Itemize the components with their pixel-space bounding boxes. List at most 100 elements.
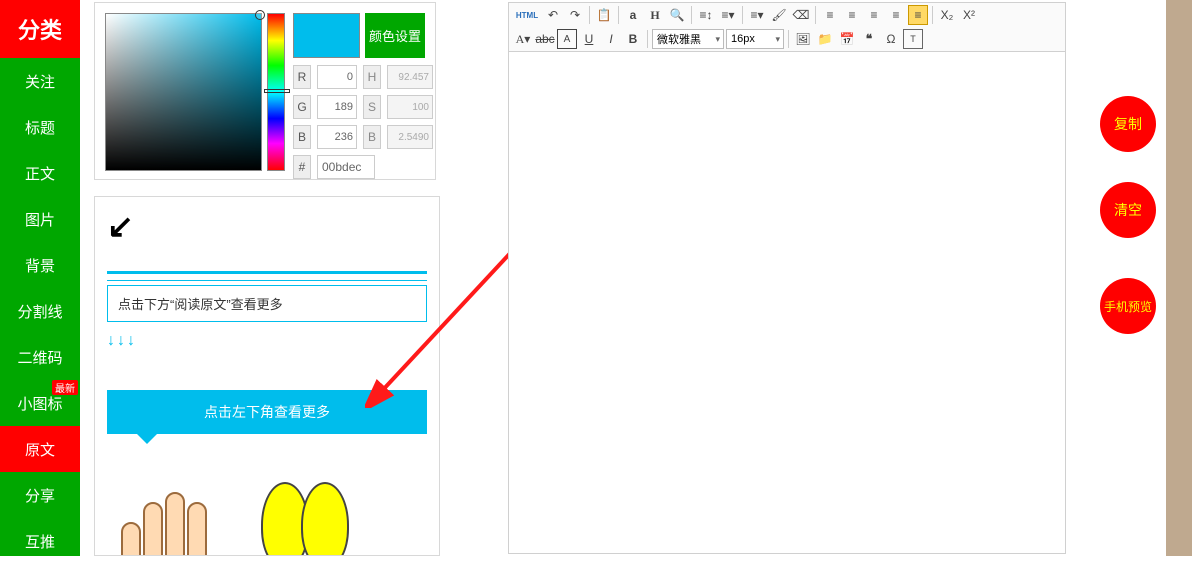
sidebar-item-body[interactable]: 正文 — [0, 150, 80, 196]
line-height-button[interactable]: ≡↕ — [696, 5, 716, 25]
fab-clear[interactable]: 清空 — [1100, 182, 1156, 238]
omega-button[interactable]: Ω — [881, 29, 901, 49]
sidebar-label: 分割线 — [17, 301, 62, 322]
r-label: R — [293, 65, 311, 89]
right-rail — [1166, 0, 1192, 556]
align-active-button[interactable]: ≡ — [908, 5, 928, 25]
gradient-cursor-icon[interactable] — [255, 10, 265, 20]
indent-button[interactable]: ≡▾ — [747, 5, 767, 25]
rich-text-editor: HTML ↶ ↷ 📋 a H 🔍 ≡↕ ≡▾ ≡▾ 🖌 ⌫ ≡ ≡ ≡ ≡ ≡ … — [508, 2, 1066, 554]
sidebar: 分类 关注 标题 正文 图片 背景 分割线 二维码 最新小图标 原文 分享 互推 — [0, 0, 80, 556]
s-label: S — [363, 95, 381, 119]
sidebar-item-image[interactable]: 图片 — [0, 196, 80, 242]
color-gradient[interactable] — [105, 13, 262, 171]
quote-button[interactable]: ❝ — [859, 29, 879, 49]
italic-button[interactable]: I — [601, 29, 621, 49]
r-input[interactable] — [317, 65, 357, 89]
sidebar-item-title[interactable]: 标题 — [0, 104, 80, 150]
sidebar-label: 关注 — [25, 71, 55, 92]
hue-indicator-icon[interactable] — [264, 89, 290, 93]
find-replace-button[interactable]: 🔍 — [667, 5, 687, 25]
font-color-button[interactable]: A▾ — [513, 29, 533, 49]
video-button[interactable]: 📁 — [815, 29, 835, 49]
color-swatch — [293, 13, 360, 58]
undo-button[interactable]: ↶ — [543, 5, 563, 25]
image-button[interactable]: 🖼 — [793, 29, 813, 49]
sidebar-label: 二维码 — [17, 347, 62, 368]
html-source-button[interactable]: HTML — [513, 5, 541, 25]
s-input[interactable] — [387, 95, 433, 119]
g-input[interactable] — [317, 95, 357, 119]
b2-input[interactable] — [387, 125, 433, 149]
sidebar-item-qrcode[interactable]: 二维码 — [0, 334, 80, 380]
format-brush-button[interactable]: 🖌 — [769, 5, 789, 25]
align-left-button[interactable]: ≡ — [820, 5, 840, 25]
arrow-down-left-icon[interactable]: ↙ — [107, 207, 427, 245]
date-button[interactable]: 📅 — [837, 29, 857, 49]
b-label: B — [293, 125, 311, 149]
sidebar-item-mutual[interactable]: 互推 — [0, 518, 80, 564]
separator-icon — [589, 6, 590, 24]
paste-button[interactable]: 📋 — [594, 5, 614, 25]
sidebar-item-follow[interactable]: 关注 — [0, 58, 80, 104]
hex-input[interactable] — [317, 155, 375, 179]
align-center-button[interactable]: ≡ — [842, 5, 862, 25]
separator-icon — [742, 6, 743, 24]
template-text-box: 点击下方“阅读原文”查看更多 — [107, 285, 427, 322]
separator-icon — [815, 6, 816, 24]
b2-label: B — [363, 125, 381, 149]
editor-content-area[interactable] — [509, 52, 1065, 552]
hand-icon — [121, 482, 221, 556]
eraser-button[interactable]: ⌫ — [791, 5, 811, 25]
bold-button[interactable]: B — [623, 29, 643, 49]
superscript-button[interactable]: X² — [959, 5, 979, 25]
template-blue-border-box[interactable]: 点击下方“阅读原文”查看更多 — [107, 271, 427, 322]
underline-button[interactable]: U — [579, 29, 599, 49]
template-cartoon-row[interactable] — [107, 482, 427, 556]
sidebar-label: 背景 — [25, 255, 55, 276]
color-set-button[interactable]: 颜色设置 — [365, 13, 425, 58]
sidebar-label: 分享 — [25, 485, 55, 506]
b-input[interactable] — [317, 125, 357, 149]
font-family-value: 微软雅黑 — [657, 31, 701, 47]
format-button[interactable]: ≡▾ — [718, 5, 738, 25]
text-tool-button[interactable]: T — [903, 29, 923, 49]
template-scroll-area[interactable]: ↙ 点击下方“阅读原文”查看更多 ↓↓↓ 点击左下角查看更多 — [94, 196, 440, 556]
down-arrows-icon[interactable]: ↓↓↓ — [107, 332, 427, 350]
font-family-select[interactable]: 微软雅黑 — [652, 29, 724, 49]
separator-icon — [691, 6, 692, 24]
bg-color-button[interactable]: A — [557, 29, 577, 49]
sidebar-label: 正文 — [25, 163, 55, 184]
template-blue-button[interactable]: 点击左下角查看更多 — [107, 390, 427, 434]
sidebar-item-divider[interactable]: 分割线 — [0, 288, 80, 334]
subscript-button[interactable]: X₂ — [937, 5, 957, 25]
h-label: H — [363, 65, 381, 89]
heading-button[interactable]: H — [645, 5, 665, 25]
badge-new: 最新 — [52, 380, 78, 395]
align-right-button[interactable]: ≡ — [864, 5, 884, 25]
h-input[interactable] — [387, 65, 433, 89]
sidebar-item-original[interactable]: 原文 — [0, 426, 80, 472]
yellow-oval-icon — [261, 482, 351, 556]
sidebar-label: 互推 — [25, 531, 55, 552]
separator-icon — [932, 6, 933, 24]
fab-copy[interactable]: 复制 — [1100, 96, 1156, 152]
align-justify-button[interactable]: ≡ — [886, 5, 906, 25]
sidebar-item-share[interactable]: 分享 — [0, 472, 80, 518]
strike-button[interactable]: abc — [535, 29, 555, 49]
fab-preview[interactable]: 手机预览 — [1100, 278, 1156, 334]
separator-icon — [788, 30, 789, 48]
sidebar-item-background[interactable]: 背景 — [0, 242, 80, 288]
sidebar-item-smallicon[interactable]: 最新小图标 — [0, 380, 80, 426]
sidebar-label: 标题 — [25, 117, 55, 138]
hue-slider[interactable] — [267, 13, 285, 171]
redo-button[interactable]: ↷ — [565, 5, 585, 25]
separator-icon — [647, 30, 648, 48]
font-a-button[interactable]: a — [623, 5, 643, 25]
color-picker-panel: 颜色设置 R H G S B B # — [94, 2, 436, 180]
separator-icon — [618, 6, 619, 24]
g-label: G — [293, 95, 311, 119]
sidebar-label: 原文 — [25, 439, 55, 460]
font-size-select[interactable]: 16px — [726, 29, 784, 49]
editor-toolbar: HTML ↶ ↷ 📋 a H 🔍 ≡↕ ≡▾ ≡▾ 🖌 ⌫ ≡ ≡ ≡ ≡ ≡ … — [509, 3, 1065, 52]
